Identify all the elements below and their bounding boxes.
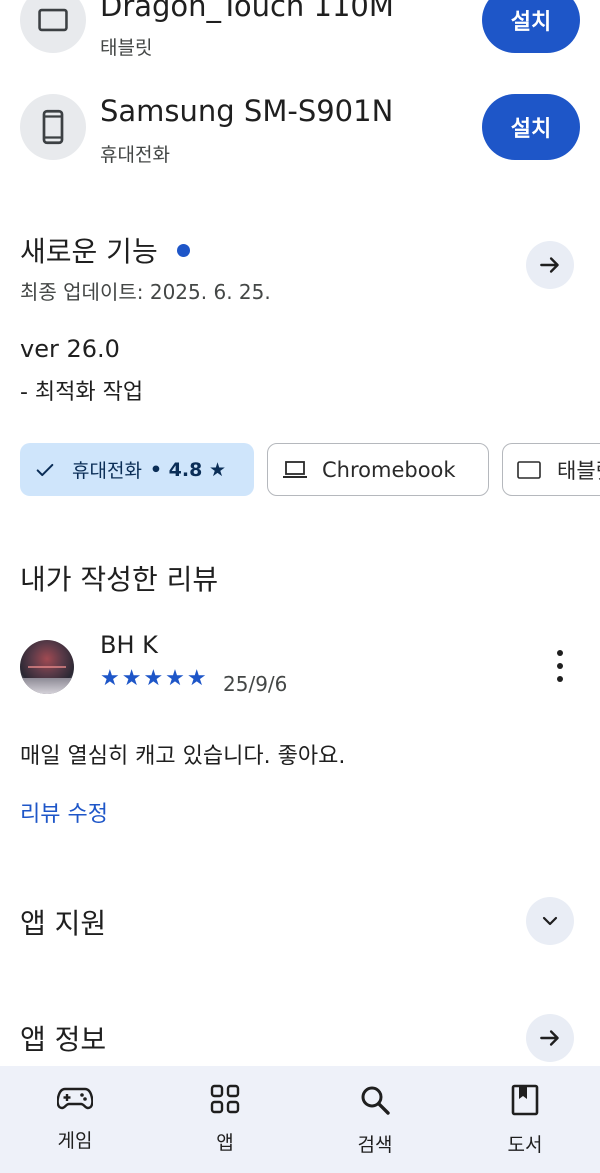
last-updated: 최종 업데이트: 2025. 6. 25. [20, 280, 271, 304]
more-vert-icon [557, 650, 563, 656]
new-indicator-dot [176, 243, 190, 257]
avatar [20, 640, 74, 694]
nav-item-books[interactable]: 도서 [450, 1066, 600, 1173]
more-options-button[interactable] [546, 646, 574, 686]
device-row-tablet: Dragon_Touch 110M 태블릿 설치 [0, 0, 600, 83]
version-text: ver 26.0 [20, 335, 120, 363]
chip-chromebook[interactable]: Chromebook [267, 443, 489, 496]
nav-item-games[interactable]: 게임 [0, 1066, 150, 1173]
bottom-navigation: 게임 앱 검색 도서 [0, 1066, 600, 1173]
apps-grid-icon [210, 1084, 240, 1114]
whats-new-arrow-button[interactable] [526, 241, 574, 289]
device-name: Dragon_Touch 110M [100, 0, 394, 23]
nav-label: 게임 [57, 1130, 93, 1152]
whats-new-title[interactable]: 새로운 기능 [20, 230, 190, 270]
install-button[interactable]: 설치 [482, 94, 580, 160]
gamepad-icon [57, 1087, 93, 1110]
nav-label: 도서 [507, 1134, 543, 1156]
edit-review-link[interactable]: 리뷰 수정 [20, 796, 108, 828]
chip-phone[interactable]: 휴대전화 • 4.8 ★ [20, 443, 254, 496]
review-author: BH K [100, 631, 158, 659]
device-row-phone: Samsung SM-S901N 휴대전화 설치 [0, 94, 600, 198]
more-vert-icon-dot [557, 663, 563, 669]
app-info-title: 앱 정보 [20, 1023, 107, 1056]
review-date: 25/9/6 [223, 672, 288, 696]
app-support-title: 앱 지원 [20, 907, 107, 940]
whats-new-title-text: 새로운 기능 [20, 235, 158, 268]
install-button[interactable]: 설치 [482, 0, 580, 53]
chip-tablet-label: 태블릿 [557, 458, 600, 483]
book-icon [511, 1084, 539, 1116]
nav-label: 앱 [216, 1132, 234, 1154]
tablet-icon [517, 460, 541, 479]
chip-phone-label: 휴대전화 [72, 460, 142, 482]
app-info-arrow-button[interactable] [526, 1014, 574, 1062]
device-name: Samsung SM-S901N [100, 94, 394, 128]
device-type: 태블릿 [100, 37, 153, 59]
my-review-heading: 내가 작성한 리뷰 [20, 563, 219, 596]
tablet-icon [38, 8, 68, 32]
device-icon-container [20, 0, 86, 53]
phone-icon [42, 109, 64, 145]
arrow-right-icon [540, 257, 559, 273]
chevron-down-icon [542, 916, 558, 926]
device-icon-container [20, 94, 86, 160]
app-support-expand-button[interactable] [526, 897, 574, 945]
more-vert-icon-dot [557, 676, 563, 682]
nav-label: 검색 [357, 1134, 393, 1156]
chip-chromebook-label: Chromebook [322, 457, 456, 482]
chip-tablet[interactable]: 태블릿 [502, 443, 600, 496]
laptop-icon [283, 460, 307, 478]
star-rating: ★★★★★ [100, 666, 209, 691]
nav-item-search[interactable]: 검색 [300, 1066, 450, 1173]
review-stars: ★★★★★ [100, 666, 209, 691]
nav-item-apps[interactable]: 앱 [150, 1066, 300, 1173]
search-icon [361, 1086, 390, 1115]
device-type: 휴대전화 [100, 144, 170, 166]
release-notes: - 최적화 작업 [20, 380, 144, 405]
arrow-right-icon [540, 1030, 559, 1046]
chip-phone-rating: • 4.8 ★ [149, 458, 226, 481]
check-icon [36, 463, 54, 476]
review-body: 매일 열심히 캐고 있습니다. 좋아요. [20, 744, 346, 769]
